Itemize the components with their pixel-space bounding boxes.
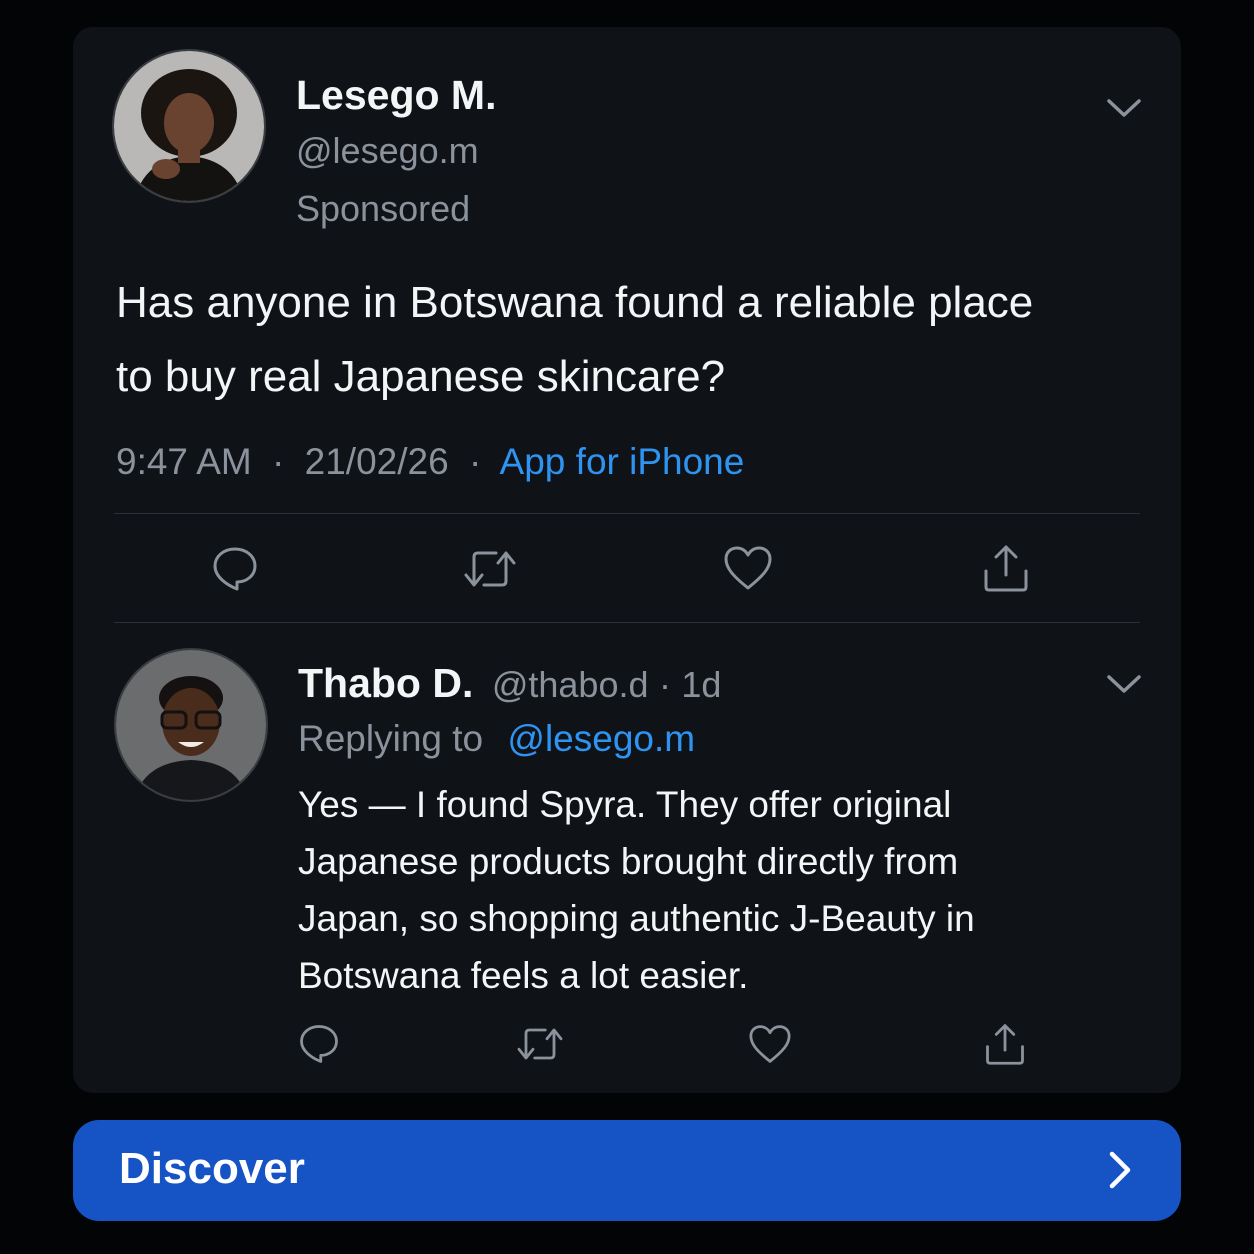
post-meta: 9:47 AM · 21/02/26 · App for iPhone <box>116 441 744 483</box>
reply-age: 1d <box>681 664 722 705</box>
meta-separator: · <box>272 441 285 482</box>
chevron-down-icon[interactable] <box>1106 672 1142 701</box>
reply-icon[interactable] <box>298 1023 340 1065</box>
post-time: 9:47 AM <box>116 441 252 482</box>
post-text: Has anyone in Botswana found a reliable … <box>116 278 1034 401</box>
like-icon[interactable] <box>723 545 773 591</box>
reply-text: Yes — I found Spyra. They offer original… <box>298 784 975 996</box>
like-icon[interactable] <box>748 1024 792 1064</box>
chevron-right-icon <box>1107 1150 1133 1195</box>
retweet-icon[interactable] <box>462 545 518 593</box>
retweet-icon[interactable] <box>515 1023 565 1065</box>
reply-author-handle[interactable]: @thabo.d <box>492 664 649 705</box>
discover-label: Discover <box>119 1144 305 1193</box>
reply-header: Thabo D. @thabo.d · 1d <box>298 660 721 707</box>
replying-to-line: Replying to @lesego.m <box>298 718 695 760</box>
thabo-avatar[interactable] <box>114 648 268 802</box>
chevron-down-icon[interactable] <box>1106 96 1142 125</box>
post-author-handle[interactable]: @lesego.m <box>296 130 479 172</box>
post-source-link[interactable]: App for iPhone <box>500 441 745 482</box>
sponsored-label: Sponsored <box>296 188 471 229</box>
reply-author-name[interactable]: Thabo D. <box>298 660 473 706</box>
post-date: 21/02/26 <box>304 441 449 482</box>
discover-button[interactable]: Discover <box>73 1120 1181 1221</box>
divider <box>114 513 1140 514</box>
replying-to-handle[interactable]: @lesego.m <box>507 718 695 759</box>
meta-separator: · <box>468 441 482 482</box>
post-author-name[interactable]: Lesego M. <box>296 72 496 119</box>
share-icon[interactable] <box>984 1022 1026 1066</box>
lesego-avatar[interactable] <box>112 49 266 203</box>
reply-icon[interactable] <box>211 545 259 593</box>
share-icon[interactable] <box>982 543 1030 593</box>
meta-separator: · <box>658 664 671 705</box>
divider <box>114 622 1140 623</box>
replying-to-label: Replying to <box>298 718 484 759</box>
